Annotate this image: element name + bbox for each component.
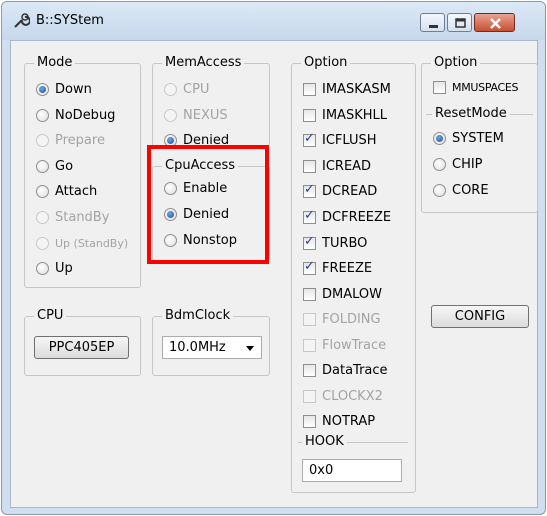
memaccess-group: MemAccess CPU NEXUS Denied <box>152 55 270 148</box>
cpu-group: CPU PPC405EP <box>24 308 141 376</box>
radio-indicator <box>36 82 49 96</box>
dcfreeze-checkbox[interactable]: DCFREEZE <box>303 208 391 226</box>
radio-indicator <box>36 236 49 250</box>
dialog-body: Mode Down NoDebug Prepare Go Attach Stan… <box>10 40 538 508</box>
radio-indicator <box>433 131 446 145</box>
checkbox-indicator <box>303 208 316 224</box>
mode-attach-radio[interactable]: Attach <box>36 182 97 200</box>
checkbox-indicator <box>303 312 316 326</box>
clockx2-checkbox: CLOCKX2 <box>303 387 383 405</box>
memaccess-cpu-radio: CPU <box>164 80 209 98</box>
system-window: B::SYStem Mode Down NoDebug Prepare Go A… <box>1 1 546 515</box>
minimize-button[interactable] <box>420 13 445 32</box>
checkbox-indicator <box>303 259 316 275</box>
notrap-checkbox[interactable]: NOTRAP <box>303 412 375 430</box>
flowtrace-checkbox: FlowTrace <box>303 336 386 354</box>
option-legend: Option <box>301 55 351 71</box>
freeze-checkbox[interactable]: FREEZE <box>303 259 372 277</box>
resetmode-core-radio[interactable]: CORE <box>433 181 489 199</box>
checkbox-indicator <box>303 389 316 403</box>
checkbox-indicator <box>303 159 316 173</box>
minimize-icon <box>429 25 438 28</box>
checkbox-indicator <box>303 131 316 147</box>
dcread-checkbox[interactable]: DCREAD <box>303 182 377 200</box>
mode-nodebug-radio[interactable]: NoDebug <box>36 106 115 124</box>
close-button[interactable] <box>474 13 515 32</box>
dmalow-checkbox[interactable]: DMALOW <box>303 285 382 303</box>
cpu-select-button[interactable]: PPC405EP <box>34 336 129 359</box>
close-icon <box>490 18 501 29</box>
config-button[interactable]: CONFIG <box>431 305 529 328</box>
hook-legend: HOOK <box>302 434 347 450</box>
checkbox-indicator <box>303 414 316 428</box>
bdmclock-group: BdmClock 10.0MHz <box>152 308 270 376</box>
mode-up-radio[interactable]: Up <box>36 259 73 277</box>
mode-standby-radio: StandBy <box>36 208 109 226</box>
radio-indicator <box>433 157 446 171</box>
checkbox-indicator <box>303 338 316 352</box>
radio-indicator <box>433 183 446 197</box>
radio-indicator <box>36 261 49 275</box>
radio-indicator <box>36 210 49 224</box>
mode-down-radio[interactable]: Down <box>36 80 92 98</box>
resetmode-legend: ResetMode <box>432 106 510 122</box>
maximize-button[interactable] <box>447 13 472 32</box>
bdmclock-dropdown[interactable]: 10.0MHz <box>162 336 262 359</box>
hook-input[interactable]: 0x0 <box>302 459 402 482</box>
radio-indicator <box>164 108 177 122</box>
radio-indicator <box>36 159 49 173</box>
option-right-legend: Option <box>431 55 481 71</box>
radio-indicator <box>36 108 49 122</box>
cpu-legend: CPU <box>34 308 67 324</box>
checkbox-indicator <box>303 182 316 198</box>
imaskasm-checkbox[interactable]: IMASKASM <box>303 80 391 98</box>
mode-up-standby-radio: Up (StandBy) <box>36 234 128 252</box>
resetmode-group: ResetMode SYSTEM CHIP CORE <box>426 106 533 210</box>
checkbox-indicator <box>303 108 316 122</box>
wrench-icon <box>14 13 30 28</box>
mmuspaces-checkbox[interactable]: MMUSPACES <box>433 78 519 96</box>
radio-indicator <box>36 184 49 198</box>
icread-checkbox[interactable]: ICREAD <box>303 157 371 175</box>
icflush-checkbox[interactable]: ICFLUSH <box>303 131 377 149</box>
bdmclock-value: 10.0MHz <box>169 340 226 355</box>
radio-indicator <box>164 82 177 96</box>
resetmode-system-radio[interactable]: SYSTEM <box>433 129 504 147</box>
mode-prepare-radio: Prepare <box>36 131 105 149</box>
datatrace-checkbox[interactable]: DataTrace <box>303 361 388 379</box>
radio-indicator <box>36 133 49 147</box>
memaccess-legend: MemAccess <box>162 55 245 71</box>
highlight-box <box>147 145 269 264</box>
turbo-checkbox[interactable]: TURBO <box>303 234 367 252</box>
mode-group: Mode Down NoDebug Prepare Go Attach Stan… <box>24 55 141 288</box>
option-right-group: Option MMUSPACES ResetMode SYSTEM CHIP C… <box>421 55 538 213</box>
maximize-icon <box>455 18 466 28</box>
memaccess-nexus-radio: NEXUS <box>164 106 228 124</box>
folding-checkbox: FOLDING <box>303 310 381 328</box>
hook-group: HOOK 0x0 <box>298 434 408 488</box>
window-title: B::SYStem <box>36 13 104 28</box>
mode-go-radio[interactable]: Go <box>36 157 73 175</box>
imaskhll-checkbox[interactable]: IMASKHLL <box>303 106 387 124</box>
option-group: Option IMASKASM IMASKHLL ICFLUSH ICREAD … <box>291 55 416 493</box>
checkbox-indicator <box>433 80 446 94</box>
title-bar[interactable]: B::SYStem <box>2 2 545 40</box>
checkbox-indicator <box>303 287 316 301</box>
resetmode-chip-radio[interactable]: CHIP <box>433 155 483 173</box>
checkbox-indicator <box>303 363 316 377</box>
mode-legend: Mode <box>34 55 76 71</box>
bdmclock-legend: BdmClock <box>162 308 234 324</box>
chevron-down-icon <box>246 346 254 351</box>
checkbox-indicator <box>303 234 316 250</box>
checkbox-indicator <box>303 82 316 96</box>
